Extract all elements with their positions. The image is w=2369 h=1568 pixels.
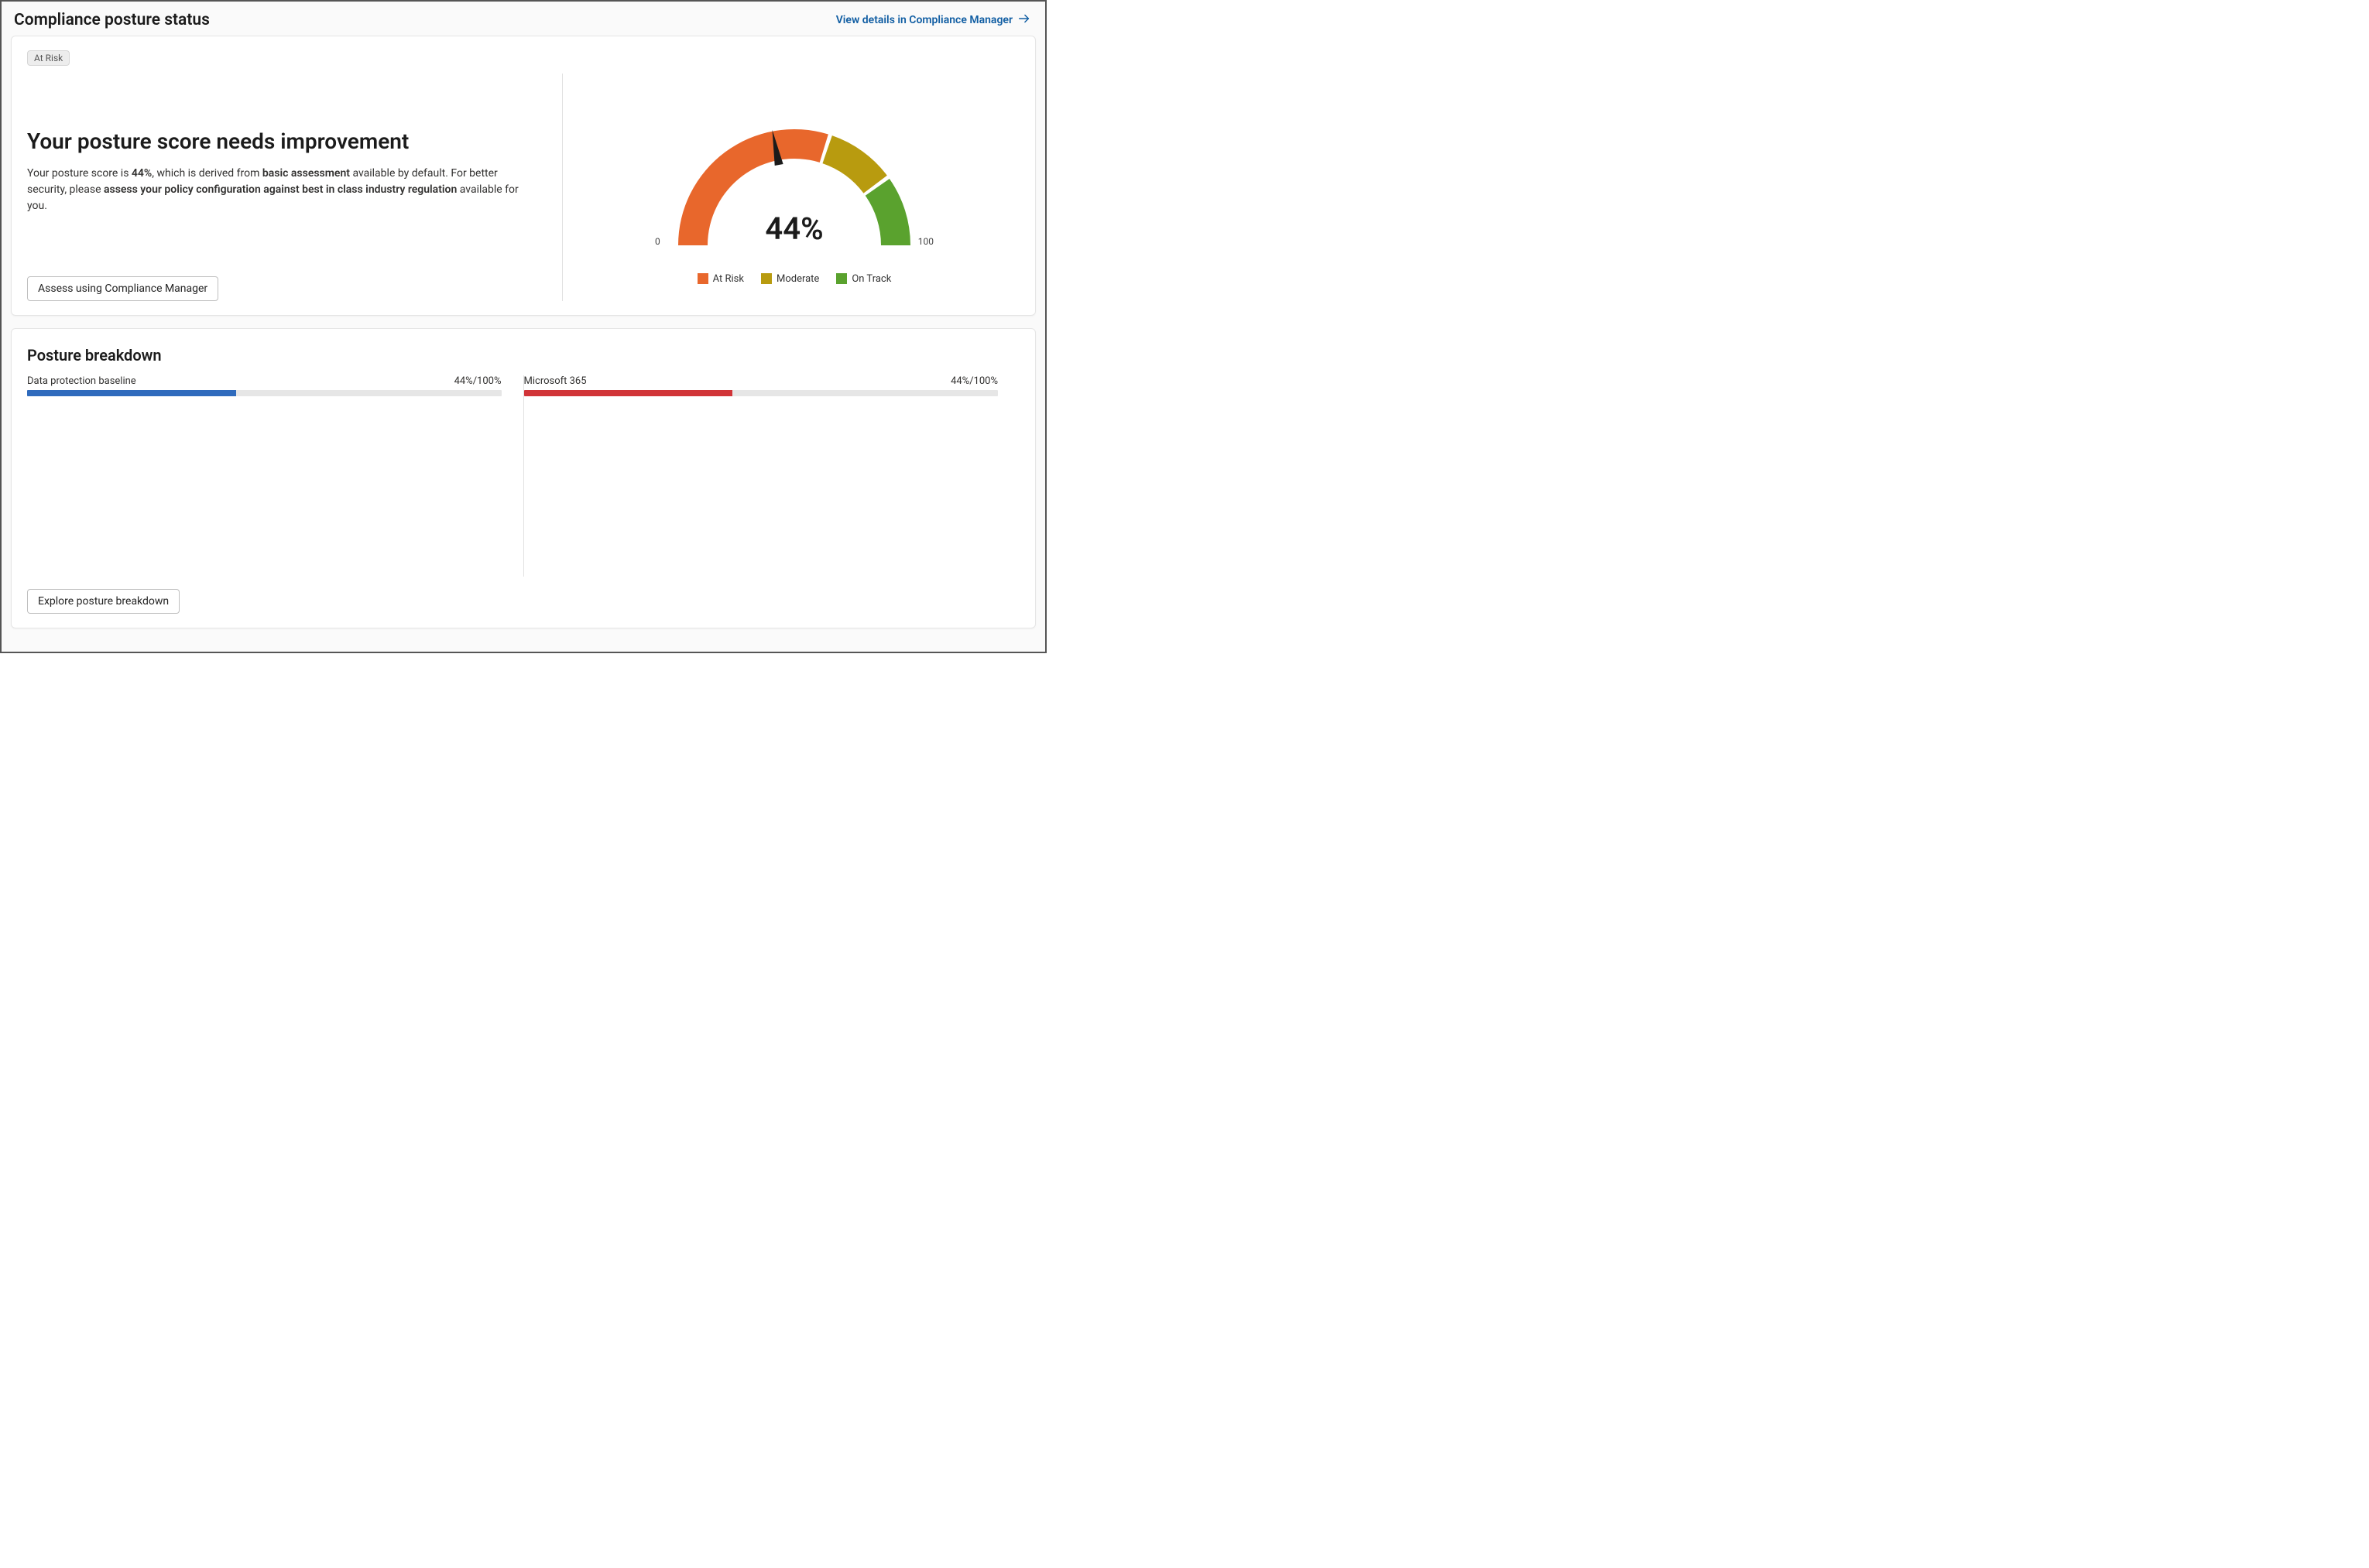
gauge-legend: At Risk Moderate On Track <box>698 273 892 285</box>
progress-bar <box>524 390 999 396</box>
legend-swatch <box>761 273 772 284</box>
posture-description: Your posture score is 44%, which is deri… <box>27 166 533 214</box>
assess-button[interactable]: Assess using Compliance Manager <box>27 276 218 301</box>
legend-swatch <box>698 273 708 284</box>
legend-label: At Risk <box>713 273 744 285</box>
compliance-posture-panel: Compliance posture status View details i… <box>0 0 1047 653</box>
posture-score-card: At Risk Your posture score needs improve… <box>11 36 1036 316</box>
legend-label: Moderate <box>777 273 819 285</box>
legend-label: On Track <box>852 273 891 285</box>
progress-bar-fill <box>27 390 236 396</box>
gauge-area: 44% 0 100 At Risk Moderate On Track <box>569 74 1020 301</box>
posture-gauge: 44% 0 100 <box>655 114 934 269</box>
breakdown-label: Microsoft 365 <box>524 375 587 387</box>
breakdown-value: 44%/100% <box>951 375 998 387</box>
explore-breakdown-button[interactable]: Explore posture breakdown <box>27 589 180 614</box>
view-details-label: View details in Compliance Manager <box>836 14 1013 26</box>
breakdown-grid: Data protection baseline 44%/100% Micros… <box>27 375 1020 577</box>
progress-bar <box>27 390 502 396</box>
gauge-value: 44% <box>655 211 934 247</box>
breakdown-item: Data protection baseline 44%/100% <box>27 375 523 577</box>
vertical-divider <box>562 74 563 301</box>
posture-breakdown-card: Posture breakdown Data protection baseli… <box>11 328 1036 628</box>
breakdown-value: 44%/100% <box>454 375 502 387</box>
legend-item: Moderate <box>761 273 819 285</box>
panel-header: Compliance posture status View details i… <box>11 9 1036 36</box>
legend-swatch <box>836 273 847 284</box>
posture-summary: Your posture score needs improvement You… <box>27 74 556 301</box>
gauge-min-label: 0 <box>655 236 660 247</box>
status-badge: At Risk <box>27 50 70 66</box>
panel-title: Compliance posture status <box>14 11 210 29</box>
breakdown-label: Data protection baseline <box>27 375 136 387</box>
breakdown-item: Microsoft 365 44%/100% <box>524 375 1020 577</box>
posture-headline: Your posture score needs improvement <box>27 128 533 155</box>
legend-item: On Track <box>836 273 891 285</box>
gauge-max-label: 100 <box>918 236 934 247</box>
view-details-link[interactable]: View details in Compliance Manager <box>836 12 1031 29</box>
breakdown-title: Posture breakdown <box>27 346 1020 365</box>
progress-bar-fill <box>524 390 733 396</box>
arrow-right-icon <box>1017 12 1031 29</box>
legend-item: At Risk <box>698 273 744 285</box>
